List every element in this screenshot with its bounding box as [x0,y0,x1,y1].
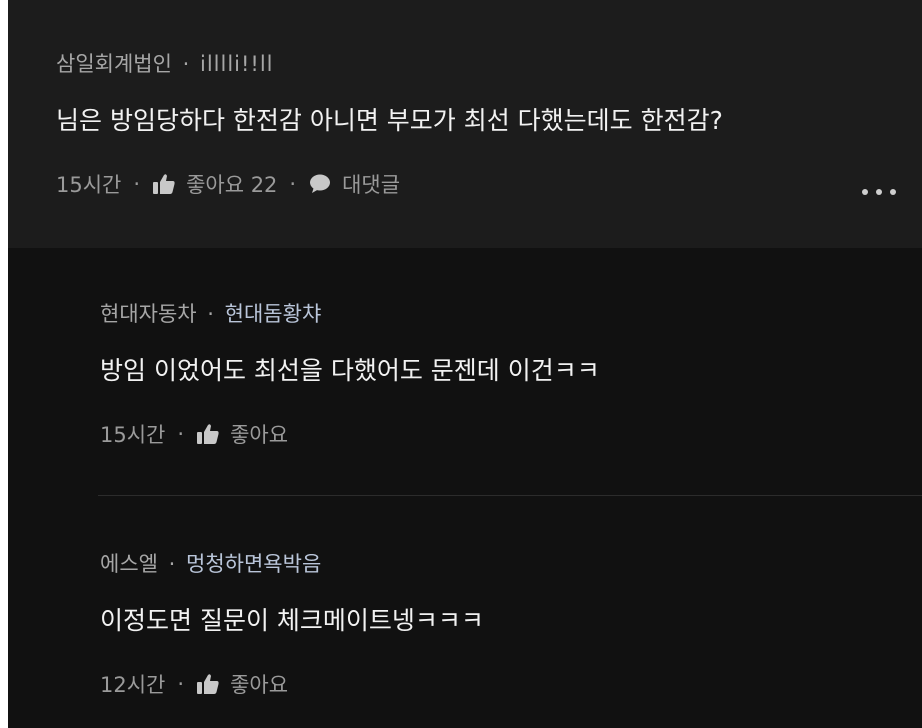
more-dot [890,189,896,195]
separator: · [182,52,190,76]
separator: · [207,302,214,326]
reply-item: 에스엘 · 멍청하면욕박음 이정도면 질문이 체크메이트넹ㅋㅋㅋ 12시간 · … [8,496,922,728]
comment-time: 15시간 [56,173,122,197]
like-button[interactable]: 좋아요 22 [186,169,277,199]
more-horizontal-icon [862,189,868,195]
reply-time: 15시간 [100,423,166,447]
author-company[interactable]: 현대자동차 [100,302,197,326]
reply-meta: 12시간 · 좋아요 [100,669,288,699]
author-company[interactable]: 에스엘 [100,552,158,576]
reply-button[interactable]: 대댓글 [342,169,400,199]
separator: · [168,552,176,576]
comment-item: 삼일회계법인 · illlli!!ll 님은 방임당하다 한전감 아니면 부모가… [8,0,922,248]
thumbs-up-icon[interactable] [196,423,220,445]
author-company[interactable]: 삼일회계법인 [56,52,172,76]
reply-item: 현대자동차 · 현대돔황챠 방임 이었어도 최선을 다했어도 문젠데 이건ㅋㅋ … [8,248,922,496]
separator: · [133,172,141,196]
author-nickname[interactable]: 멍청하면욕박음 [186,552,321,576]
separator: · [177,672,185,696]
reply-time: 12시간 [100,673,166,697]
reply-meta: 15시간 · 좋아요 [100,419,288,449]
separator: · [289,172,297,196]
speech-bubble-icon[interactable] [308,173,332,195]
more-options-button[interactable] [862,180,896,204]
reply-author-line: 에스엘 · 멍청하면욕박음 [100,548,321,578]
like-button[interactable]: 좋아요 [230,419,288,449]
thumbs-up-icon[interactable] [152,173,176,195]
separator: · [177,422,185,446]
comment-meta: 15시간 · 좋아요 22 · 대댓글 [56,169,400,199]
thumbs-up-icon[interactable] [196,673,220,695]
like-button[interactable]: 좋아요 [230,669,288,699]
comment-text: 님은 방임당하다 한전감 아니면 부모가 최선 다했는데도 한전감? [56,106,723,135]
author-nickname[interactable]: 현대돔황챠 [225,302,322,326]
reply-text: 이정도면 질문이 체크메이트넹ㅋㅋㅋ [100,606,484,635]
comment-thread: 삼일회계법인 · illlli!!ll 님은 방임당하다 한전감 아니면 부모가… [8,0,922,728]
reply-author-line: 현대자동차 · 현대돔황챠 [100,298,321,328]
reply-text: 방임 이었어도 최선을 다했어도 문젠데 이건ㅋㅋ [100,356,600,385]
author-nickname[interactable]: illlli!!ll [200,52,274,76]
more-dot [876,189,882,195]
comment-author-line: 삼일회계법인 · illlli!!ll [56,48,274,78]
